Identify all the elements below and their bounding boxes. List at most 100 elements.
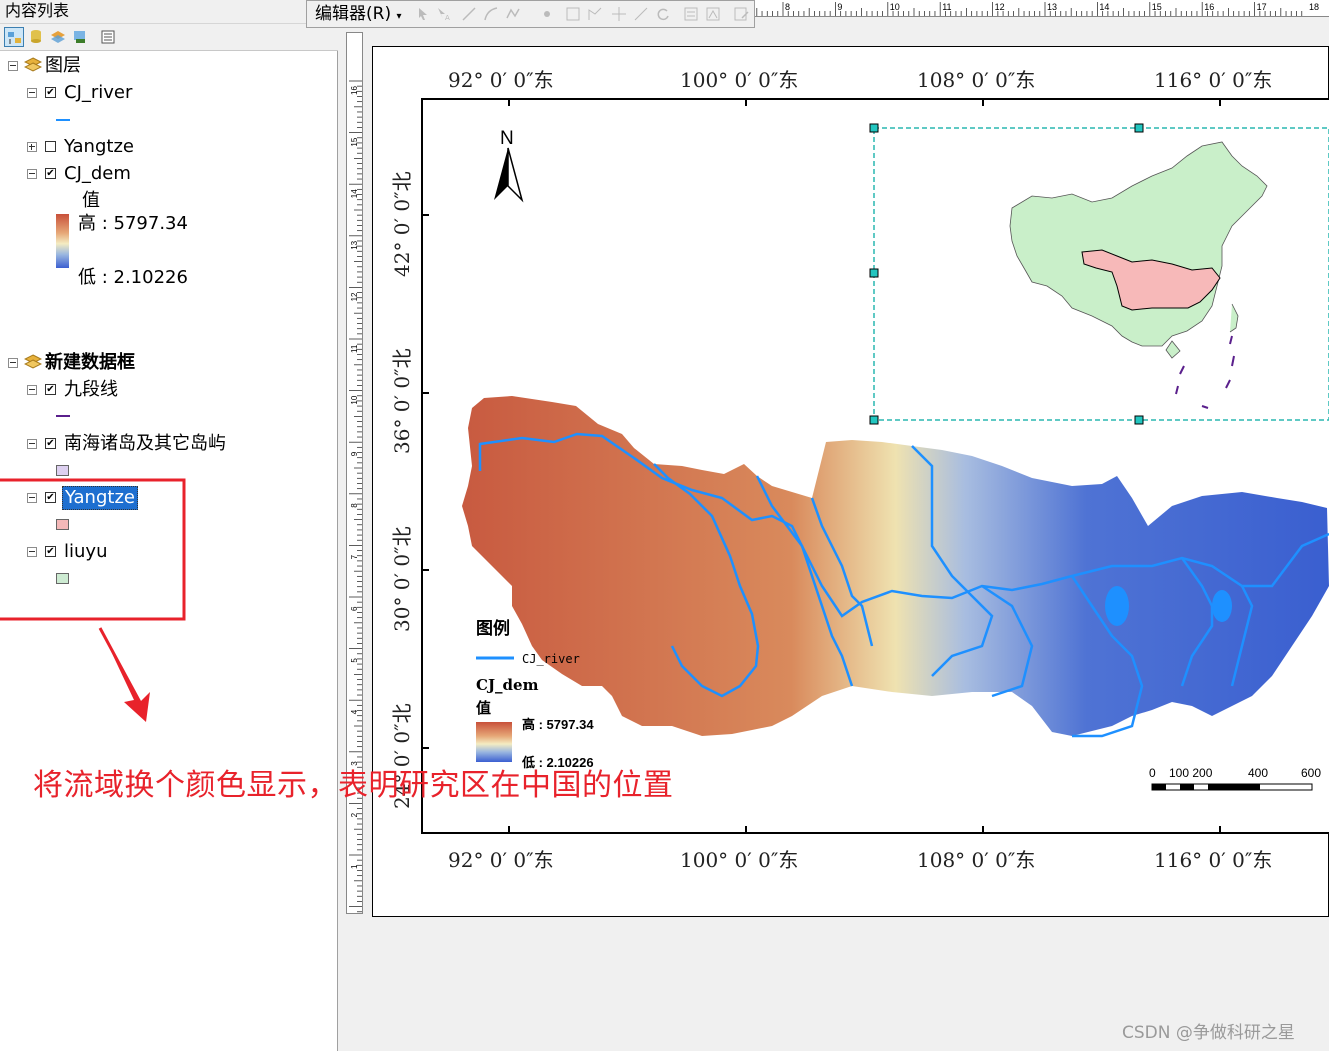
ruler-label: 15 [350,137,359,146]
layer-name[interactable]: CJ_dem [64,163,131,185]
data-frame-label[interactable]: 图层 [45,55,81,77]
list-by-source-button[interactable] [26,27,46,47]
north-arrow-label: N [500,128,514,149]
list-by-visibility-button[interactable] [48,27,68,47]
lat-label: 42° 0′ 0″北 [390,171,414,277]
layer-visibility-checkbox[interactable]: ✔ [45,168,56,179]
ruler-label: 4 [350,709,359,714]
horizontal-ruler: 8 9 10 11 12 13 14 15 16 17 18 [755,0,1329,17]
ruler-label: 11 [942,2,951,12]
sketch-properties-icon[interactable] [705,6,721,22]
toc-title: 内容列表 [0,0,338,24]
lon-label-bottom: 92° 0′ 0″东 [448,848,554,872]
scale-label-600: 600 [1301,766,1321,780]
edit-tool-icon[interactable] [415,6,431,22]
lon-label-bottom: 108° 0′ 0″东 [917,848,1036,872]
dem-low-label: 低 : 2.10226 [78,267,188,288]
ruler-label: 13 [1047,2,1057,12]
annotation-callout [0,478,186,722]
drawing-order-icon [8,32,21,44]
legend-dem-ramp [476,722,512,762]
straight-segment-icon[interactable] [461,6,477,22]
scale-label-200: 100 200 [1169,766,1213,780]
collapse-toggle[interactable] [8,61,18,71]
scale-label-400: 400 [1248,766,1268,780]
ruler-ticks: 8 9 10 11 12 13 14 15 16 17 18 [756,2,1319,16]
ruler-label: 12 [350,292,359,301]
list-by-selection-button[interactable] [70,27,90,47]
edit-vertices-icon[interactable] [565,6,581,22]
ruler-label: 15 [1152,2,1162,12]
cut-polygons-icon[interactable] [611,6,627,22]
river-line-symbol[interactable] [56,119,70,121]
create-features-icon[interactable] [733,6,749,22]
ruler-label: 10 [350,395,359,404]
lat-label: 36° 0′ 0″北 [390,348,414,454]
ruler-label: 18 [1309,2,1319,12]
rotate-icon[interactable] [655,6,671,22]
dem-color-ramp[interactable] [56,214,69,268]
layer-visibility-checkbox[interactable]: ✔ [45,438,56,449]
lat-label: 30° 0′ 0″北 [390,526,414,632]
legend-title: 图例 [476,618,510,639]
layers-icon [51,31,65,43]
ruler-label: 5 [350,658,359,663]
watermark: CSDN @争做科研之星 [1122,1023,1295,1043]
ruler-label: 2 [350,812,359,817]
annotation-text: 将流域换个颜色显示，表明研究区在中国的位置 [33,768,674,803]
dongting-lake [1105,586,1129,626]
collapse-toggle[interactable] [27,88,37,98]
dropdown-arrow-icon: ▾ [396,11,402,22]
ruler-label: 13 [350,240,359,249]
expand-toggle[interactable] [27,142,37,152]
scale-label-0: 0 [1149,766,1156,780]
dem-field-label: 值 [82,190,100,211]
editor-toolbar: 编辑器(R) ▾ A [306,0,755,28]
options-button[interactable] [98,27,118,47]
layer-visibility-checkbox[interactable] [45,141,56,152]
legend-dem-field: 值 [476,699,491,717]
data-frame-label[interactable]: 新建数据框 [45,352,135,374]
end-point-arc-icon[interactable] [483,6,499,22]
lon-label-top: 92° 0′ 0″东 [448,68,554,92]
layer-name[interactable]: 南海诸岛及其它岛屿 [64,433,226,455]
attributes-icon[interactable] [683,6,699,22]
ruler-label: 8 [785,2,790,12]
ruler-label: 14 [350,189,359,198]
trace-icon[interactable] [505,6,521,22]
toc-toolbar [0,24,338,51]
selection-icon [74,31,85,43]
ruler-label: 14 [1099,2,1109,12]
layer-visibility-checkbox[interactable]: ✔ [45,384,56,395]
collapse-toggle[interactable] [27,439,37,449]
svg-text:A: A [445,14,450,22]
data-frame-icon [24,354,42,369]
legend-dem-high: 高 : 5797.34 [522,717,594,732]
point-icon[interactable] [539,6,555,22]
legend-dem-title: CJ_dem [476,676,539,694]
layer-name[interactable]: CJ_river [64,82,132,104]
data-frame-icon [24,57,42,72]
collapse-toggle[interactable] [27,385,37,395]
ruler-label: 12 [995,2,1005,12]
highlight-box [0,478,186,621]
split-icon[interactable] [633,6,649,22]
layer-name[interactable]: 九段线 [64,379,118,401]
editor-menu-label: 编辑器(R) [315,4,392,24]
layer-visibility-checkbox[interactable]: ✔ [45,87,56,98]
ruler-label: 10 [890,2,900,12]
ruler-label: 11 [350,344,359,353]
editor-menu[interactable]: 编辑器(R) ▾ [315,3,402,28]
list-by-drawing-order-button[interactable] [4,27,24,47]
collapse-toggle[interactable] [8,358,18,368]
lon-label-top: 100° 0′ 0″东 [680,68,799,92]
layer-name[interactable]: Yangtze [64,136,134,158]
edit-annotation-icon[interactable]: A [435,6,451,22]
nine-dash-line-symbol[interactable] [56,415,70,417]
ruler-label: 1 [350,864,359,869]
collapse-toggle[interactable] [27,169,37,179]
database-icon [31,30,41,43]
lon-label-top: 108° 0′ 0″东 [917,68,1036,92]
ruler-label: 9 [837,2,842,12]
reshape-icon[interactable] [587,6,603,22]
